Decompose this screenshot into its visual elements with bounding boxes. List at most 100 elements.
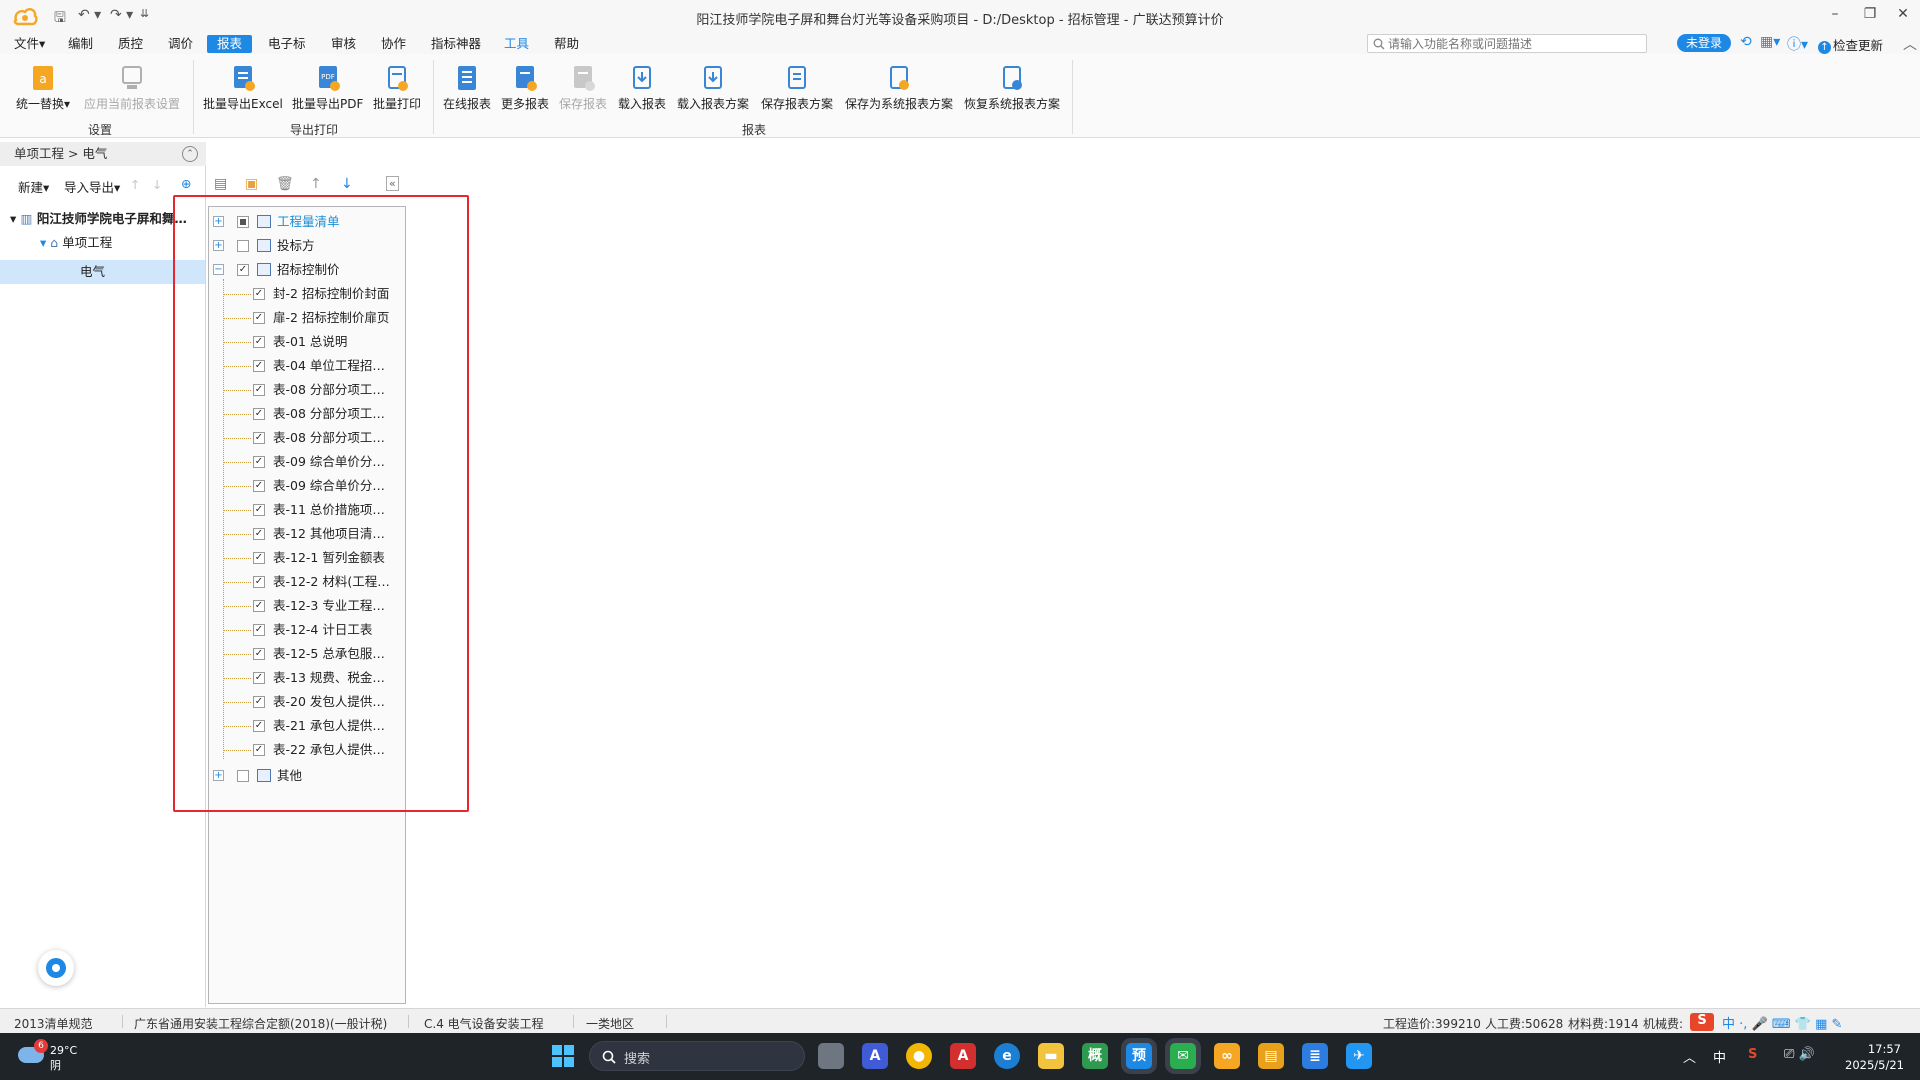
expand-arrow-icon[interactable]: ▾ (10, 211, 16, 226)
menu-quality[interactable]: 质控 (112, 35, 149, 53)
acrobat-icon[interactable]: A (950, 1043, 976, 1069)
edge-icon[interactable]: e (994, 1043, 1020, 1069)
restore-button[interactable]: ❐ (1855, 6, 1885, 22)
save-system-scheme-button[interactable]: 保存为系统报表方案 (845, 64, 953, 112)
help-circle-icon[interactable]: ⓘ▾ (1787, 34, 1808, 54)
project-toolbar: 新建▾ 导入导出▾ ↑ ↓ ⊕ (0, 174, 206, 196)
ime-logo-icon[interactable]: S (1690, 1013, 1714, 1031)
glodon-icon[interactable]: ∞ (1214, 1043, 1240, 1069)
menu-price-adjust[interactable]: 调价 (162, 35, 199, 53)
online-report-label: 在线报表 (443, 97, 492, 111)
refresh-icon[interactable]: ⟲ (1740, 34, 1752, 50)
network-volume-icons[interactable]: ⎚ 🔊 (1784, 1047, 1815, 1062)
tray-chevron-icon[interactable]: ︿ (1683, 1047, 1696, 1066)
wechat-icon[interactable]: ✉ (1170, 1043, 1196, 1069)
taskbar-search[interactable]: 搜索 (589, 1041, 805, 1071)
collapse-up-icon[interactable]: ⌃ (182, 146, 198, 162)
close-button[interactable]: ✕ (1888, 6, 1918, 22)
menu-tools[interactable]: 工具 (498, 35, 535, 53)
move-up-icon[interactable]: ↑ (310, 176, 322, 192)
menu-edit[interactable]: 编制 (62, 35, 99, 53)
minimize-button[interactable]: – (1820, 6, 1850, 22)
download-circle-icon[interactable]: ⊕ (181, 176, 191, 191)
sogou-tray-icon[interactable]: S (1748, 1047, 1757, 1062)
restore-system-scheme-button[interactable]: 恢复系统报表方案 (964, 64, 1060, 112)
project-root-label: 阳江技师学院电子屏和舞… (36, 211, 187, 226)
ribbon-divider (1072, 60, 1073, 134)
customize-quick-icon[interactable]: ⇊ (140, 7, 149, 20)
expand-arrow-icon[interactable]: ▾ (40, 235, 46, 250)
taskview-app-icon[interactable] (818, 1043, 844, 1069)
redo-icon[interactable]: ↷ ▾ (110, 7, 133, 23)
move-down-icon[interactable]: ↓ (341, 176, 353, 192)
load-report-button[interactable]: 载入报表 (618, 64, 666, 112)
menu-file[interactable]: 文件▾ (8, 35, 51, 53)
batch-export-pdf-button[interactable]: PDF 批量导出PDF (292, 64, 363, 112)
function-search[interactable] (1367, 34, 1647, 53)
delete-icon[interactable]: 🗑 (276, 176, 294, 192)
save-quick-icon[interactable]: 🖫 (54, 7, 66, 31)
start-button[interactable] (550, 1043, 576, 1069)
save-report-button[interactable]: 保存报表 (559, 64, 607, 112)
menu-review[interactable]: 审核 (325, 35, 362, 53)
file-explorer-icon[interactable]: ▬ (1038, 1043, 1064, 1069)
move-down-icon[interactable]: ↓ (152, 177, 162, 192)
batch-export-excel-label: 批量导出Excel (203, 97, 283, 111)
sub-project-label: 单项工程 (62, 235, 113, 250)
status-divider (122, 1015, 123, 1028)
window-title: 阳江技师学院电子屏和舞台灯光等设备采购项目 - D:/Desktop - 招标管… (696, 13, 1224, 28)
status-divider (666, 1015, 667, 1028)
clock-time: 17:57 (1867, 1042, 1901, 1056)
collapse-left-icon[interactable]: « (386, 176, 399, 191)
save-report-scheme-button[interactable]: 保存报表方案 (761, 64, 833, 112)
login-badge[interactable]: 未登录 (1677, 34, 1732, 52)
assistant-float-button[interactable] (38, 950, 74, 986)
move-up-icon[interactable]: ↑ (130, 177, 140, 192)
online-report-icon (458, 66, 476, 90)
app-icon-doc[interactable]: ≣ (1302, 1043, 1328, 1069)
apps-grid-icon[interactable]: ▦▾ (1760, 34, 1780, 50)
undo-icon[interactable]: ↶ ▾ (78, 7, 101, 23)
ime-toolbar[interactable]: 中 ·, 🎤 ⌨ 👕 ▦ ✎ (1722, 1013, 1842, 1032)
batch-export-excel-button[interactable]: 批量导出Excel (203, 64, 283, 112)
ribbon-collapse-icon[interactable]: ︿ (1903, 34, 1917, 54)
new-button[interactable]: 新建▾ (18, 177, 49, 196)
more-reports-button[interactable]: 更多报表 (501, 64, 549, 112)
online-report-button[interactable]: 在线报表 (443, 64, 491, 112)
new-folder-icon[interactable]: ▣ (245, 176, 258, 192)
check-update-button[interactable]: ↑ 检查更新 (1818, 35, 1883, 54)
ribbon-divider (433, 60, 434, 134)
app-icon-a[interactable]: A (862, 1043, 888, 1069)
notification-badge: 6 (34, 1039, 48, 1053)
svg-text:a: a (39, 72, 46, 86)
group-label-reports: 报表 (742, 123, 767, 137)
assistant-icon (46, 958, 66, 978)
batch-print-button[interactable]: 批量打印 (373, 64, 421, 112)
app-icon-yellow[interactable]: ● (906, 1043, 932, 1069)
save-report-icon (574, 66, 595, 91)
menu-e-bid[interactable]: 电子标 (262, 35, 312, 53)
app-icon-gai[interactable]: 概 (1082, 1043, 1108, 1069)
menu-help[interactable]: 帮助 (548, 35, 585, 53)
apply-report-settings-button[interactable]: 应用当前报表设置 (84, 64, 180, 112)
update-arrow-icon: ↑ (1818, 41, 1831, 54)
taskbar: 6 29°C 阴 搜索 A ● A e ▬ 概 预 ✉ ∞ ▤ ≣ ✈ ︿ 中 … (0, 1033, 1920, 1080)
print-icon (388, 66, 408, 91)
new-report-icon[interactable]: ▤ (214, 176, 227, 192)
ime-language[interactable]: 中 (1713, 1047, 1726, 1066)
breadcrumb-text[interactable]: 单项工程 > 电气 (14, 146, 107, 161)
status-material: 材料费:1914 (1568, 1017, 1639, 1031)
app-icon-plane[interactable]: ✈ (1346, 1043, 1372, 1069)
load-report-scheme-button[interactable]: 载入报表方案 (677, 64, 749, 112)
restore-system-scheme-label: 恢复系统报表方案 (964, 97, 1061, 111)
app-icon-yu[interactable]: 预 (1126, 1043, 1152, 1069)
app-icon-folder[interactable]: ▤ (1258, 1043, 1284, 1069)
menu-index-tool[interactable]: 指标神器 (425, 35, 487, 53)
status-labor: 人工费:50628 (1485, 1017, 1564, 1031)
unified-replace-button[interactable]: a 统一替换▾ (16, 64, 70, 112)
menu-collaborate[interactable]: 协作 (375, 35, 412, 53)
import-export-button[interactable]: 导入导出▾ (64, 177, 120, 196)
search-input[interactable] (1388, 36, 1638, 51)
system-clock[interactable]: 17:57 2025/5/21 (1845, 1041, 1904, 1073)
menu-reports[interactable]: 报表 (207, 35, 253, 53)
